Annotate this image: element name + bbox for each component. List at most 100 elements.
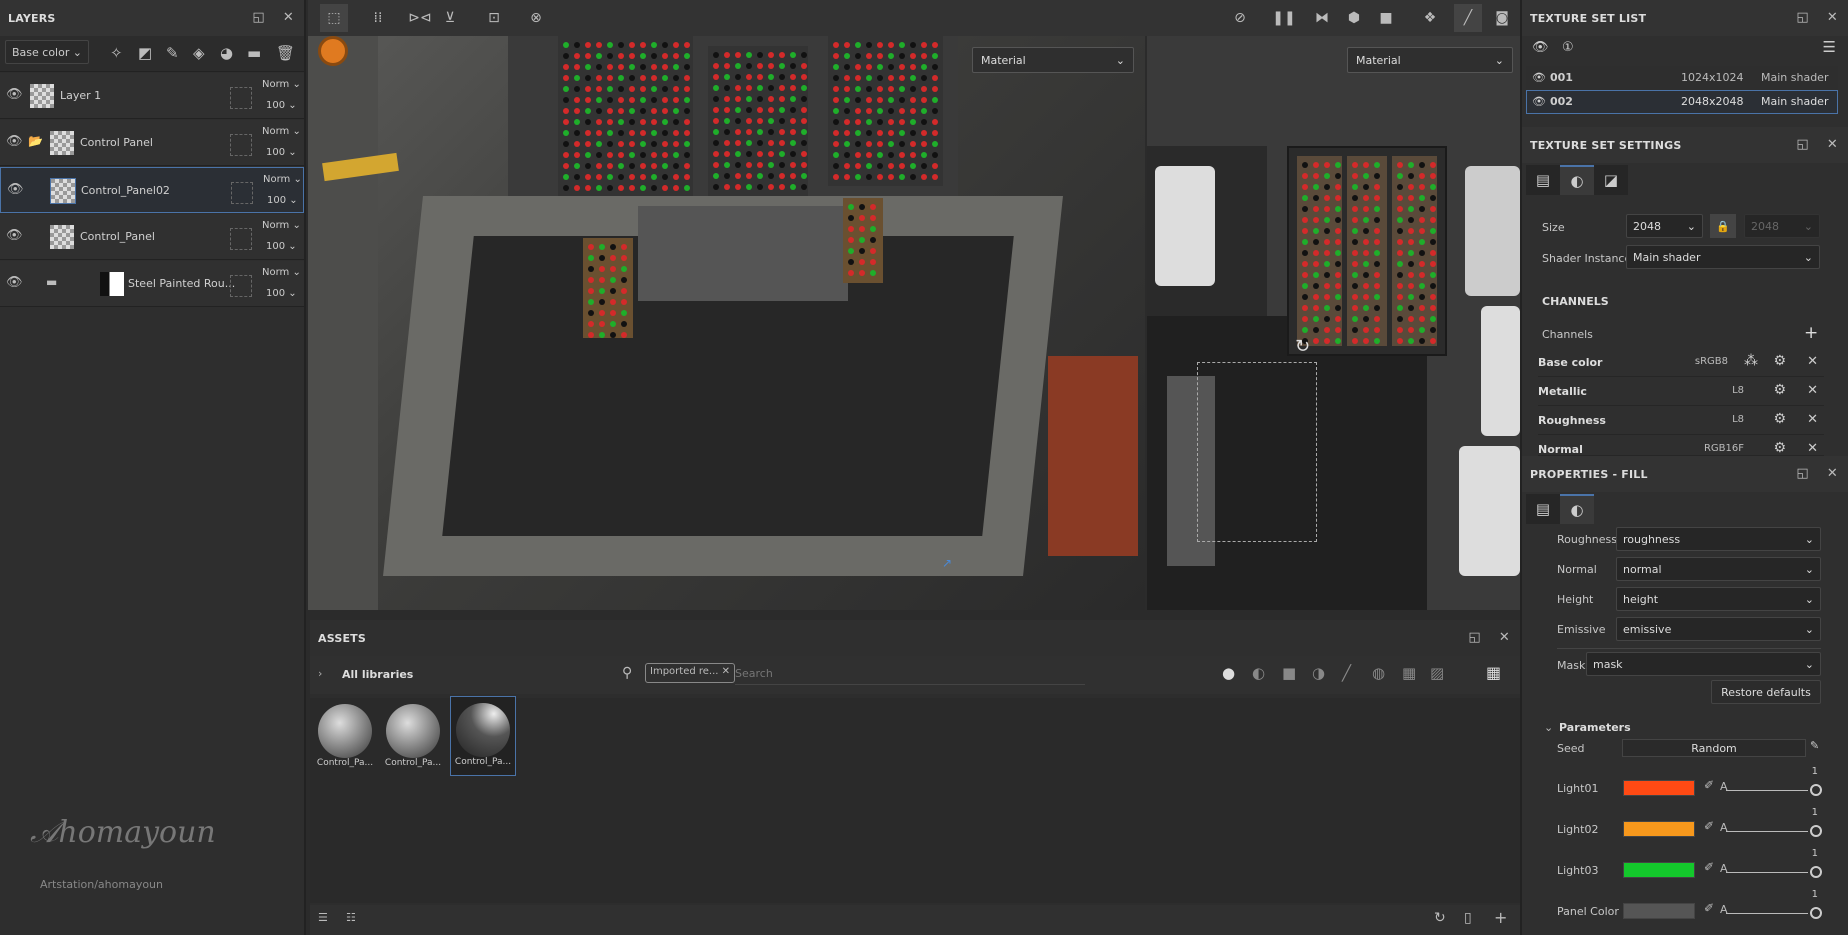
- chevron-right-icon[interactable]: ›: [318, 667, 322, 680]
- transform-gizmo[interactable]: [1197, 362, 1317, 542]
- close-icon[interactable]: ✕: [1827, 466, 1838, 481]
- smart-materials-filter-icon[interactable]: ◐: [1252, 664, 1265, 682]
- mirror-x-icon[interactable]: ⊳⊲: [406, 4, 434, 32]
- add-paint-layer-icon[interactable]: ✎: [166, 44, 179, 62]
- close-icon[interactable]: ✕: [1827, 137, 1838, 152]
- shader-instance-select[interactable]: Main shader ⌄: [1626, 245, 1820, 269]
- eyedropper-icon[interactable]: ✐: [1704, 901, 1714, 915]
- mask-slot[interactable]: [230, 228, 252, 250]
- uv-tab-icon[interactable]: ◪: [1594, 165, 1628, 195]
- camera-icon[interactable]: ■: [1372, 4, 1400, 32]
- hide-icon[interactable]: ⊘: [1226, 4, 1254, 32]
- alpha-slider-track[interactable]: [1726, 790, 1808, 791]
- undock-icon[interactable]: ◱: [1796, 10, 1808, 25]
- asset-thumbnail-selected[interactable]: Control_Pa...: [450, 696, 516, 776]
- undock-icon[interactable]: ◱: [1468, 630, 1480, 645]
- library-breadcrumb[interactable]: All libraries: [342, 668, 413, 681]
- grid-view-icon[interactable]: ▦: [1486, 663, 1501, 682]
- layer-row[interactable]: 👁 Control_Panel Norm ⌄ 100 ⌄: [0, 214, 304, 260]
- solo-icon[interactable]: ①: [1562, 40, 1574, 55]
- close-icon[interactable]: ✕: [283, 10, 294, 25]
- mask-slot[interactable]: [231, 182, 253, 204]
- reset-icon[interactable]: ⊗: [522, 4, 550, 32]
- gear-icon[interactable]: ⚙: [1773, 382, 1786, 398]
- opacity-field[interactable]: 100 ⌄: [267, 195, 298, 206]
- eye-icon[interactable]: 👁: [7, 182, 24, 197]
- eyedropper-icon[interactable]: ✐: [1704, 860, 1714, 874]
- gear-icon[interactable]: ⚙: [1773, 411, 1786, 427]
- asset-thumbnail[interactable]: Control_Pa...: [382, 698, 444, 778]
- opacity-field[interactable]: 100 ⌄: [266, 241, 297, 252]
- blend-mode-select[interactable]: Norm ⌄: [263, 174, 302, 185]
- parameters-heading[interactable]: Parameters: [1559, 721, 1631, 734]
- fit-icon[interactable]: ⊡: [480, 4, 508, 32]
- display-mode-icon[interactable]: ⬢: [1340, 4, 1368, 32]
- settings-tab-icon[interactable]: ▤: [1526, 494, 1560, 524]
- shader-tab-icon[interactable]: ◐: [1560, 165, 1594, 195]
- eyedropper-icon[interactable]: ✐: [1704, 819, 1714, 833]
- refresh-icon[interactable]: ↻: [1434, 910, 1446, 926]
- pause-icon[interactable]: ❚❚: [1270, 4, 1298, 32]
- color-swatch[interactable]: [1623, 903, 1695, 919]
- close-icon[interactable]: ✕: [1499, 630, 1510, 645]
- color-swatch[interactable]: [1623, 862, 1695, 878]
- rotate-handle-icon[interactable]: ↻: [1295, 336, 1310, 357]
- chevron-down-icon[interactable]: ⌄: [1544, 721, 1553, 734]
- material-mode-select-left[interactable]: Material ⌄: [972, 47, 1134, 73]
- alpha-slider-handle[interactable]: [1810, 825, 1822, 837]
- emissive-map-select[interactable]: emissive ⌄: [1616, 617, 1821, 641]
- add-effect-icon[interactable]: ✧: [110, 44, 123, 62]
- layer-row-selected[interactable]: 👁 Control_Panel02 Norm ⌄ 100 ⌄: [0, 167, 304, 213]
- settings-tab-icon[interactable]: ▤: [1526, 165, 1560, 195]
- texture-set-row[interactable]: 👁 001 1024x1024 Main shader: [1526, 66, 1838, 90]
- alphas-filter-icon[interactable]: ▦: [1402, 664, 1416, 682]
- eye-icon[interactable]: 👁: [1532, 71, 1546, 84]
- materials-filter-icon[interactable]: ●: [1222, 664, 1235, 682]
- undock-icon[interactable]: ◱: [252, 10, 264, 25]
- symmetry-icon[interactable]: ⧓: [1308, 4, 1336, 32]
- lock-icon[interactable]: 🔒: [1710, 214, 1736, 238]
- alpha-slider-handle[interactable]: [1810, 907, 1822, 919]
- open-folder-icon[interactable]: 📂: [28, 134, 43, 148]
- texture-set-row-selected[interactable]: 👁 002 2048x2048 Main shader: [1526, 90, 1838, 114]
- asset-thumbnail[interactable]: Control_Pa...: [314, 698, 376, 778]
- mask-slot[interactable]: [230, 134, 252, 156]
- remove-channel-icon[interactable]: ✕: [1807, 383, 1818, 398]
- list-menu-icon[interactable]: ☰: [1823, 38, 1836, 56]
- color-swatch[interactable]: [1623, 780, 1695, 796]
- uv-selection-icon[interactable]: ⬚: [320, 4, 348, 32]
- add-mask-icon[interactable]: ◩: [138, 44, 152, 62]
- eye-icon[interactable]: 👁: [6, 275, 23, 290]
- add-channel-icon[interactable]: +: [1804, 323, 1818, 343]
- blend-mode-select[interactable]: Norm ⌄: [262, 220, 301, 231]
- collapse-icon[interactable]: ☰: [318, 911, 328, 924]
- paint-mode-icon[interactable]: ╱: [1454, 4, 1482, 32]
- gear-icon[interactable]: ⚙: [1773, 440, 1786, 455]
- mask-slot[interactable]: [230, 275, 252, 297]
- environments-filter-icon[interactable]: ▨: [1430, 664, 1444, 682]
- material-tab-icon[interactable]: ◐: [1560, 494, 1594, 524]
- render-icon[interactable]: ❖: [1416, 4, 1444, 32]
- screenshot-icon[interactable]: ◙: [1488, 4, 1516, 32]
- mirror-y-icon[interactable]: ⊻: [436, 4, 464, 32]
- alpha-slider-handle[interactable]: [1810, 784, 1822, 796]
- alpha-slider-track[interactable]: [1726, 831, 1808, 832]
- expand-icon[interactable]: ☷: [346, 911, 356, 924]
- opacity-field[interactable]: 100 ⌄: [266, 147, 297, 158]
- add-folder-icon[interactable]: ▬: [247, 44, 261, 62]
- alpha-slider-handle[interactable]: [1810, 866, 1822, 878]
- mask-select[interactable]: mask ⌄: [1586, 652, 1821, 676]
- eye-icon[interactable]: 👁: [6, 134, 23, 149]
- normal-map-select[interactable]: normal ⌄: [1616, 557, 1821, 581]
- add-smart-material-icon[interactable]: ◕: [220, 44, 233, 62]
- remove-channel-icon[interactable]: ✕: [1807, 354, 1818, 369]
- generators-filter-icon[interactable]: ◑: [1312, 664, 1325, 682]
- textures-filter-icon[interactable]: ◍: [1372, 664, 1385, 682]
- layer-row[interactable]: 👁 ▬ Steel Painted Rou... Norm ⌄ 100 ⌄: [0, 261, 304, 307]
- channel-select[interactable]: Base color ⌄: [5, 40, 89, 64]
- color-profile-icon[interactable]: ⁂: [1744, 353, 1758, 369]
- brushes-filter-icon[interactable]: ╱: [1342, 664, 1351, 682]
- alpha-slider-track[interactable]: [1726, 913, 1808, 914]
- opacity-field[interactable]: 100 ⌄: [266, 288, 297, 299]
- close-icon[interactable]: ✕: [1827, 10, 1838, 25]
